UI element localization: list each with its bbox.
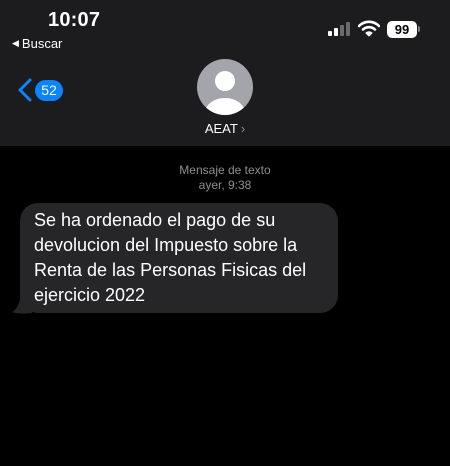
wifi-icon: [358, 20, 380, 37]
chevron-right-icon: ›: [240, 121, 246, 136]
contact-name-button[interactable]: AEAT ›: [0, 121, 450, 136]
battery-level: 99: [394, 22, 410, 37]
triangle-left-icon: ◀: [12, 38, 19, 48]
back-to-app-link[interactable]: ◀ Buscar: [12, 36, 62, 51]
service-label: Mensaje de texto: [179, 163, 271, 177]
battery-icon: 99: [387, 21, 417, 38]
person-silhouette-icon: [205, 71, 245, 115]
message-timestamp: ayer, 9:38: [198, 178, 252, 192]
unread-count-badge: 52: [35, 79, 63, 101]
incoming-message-bubble[interactable]: Se ha ordenado el pago de su devolucion …: [20, 203, 338, 313]
chevron-left-icon: [18, 78, 32, 102]
conversation-meta: Mensaje de texto ayer, 9:38: [0, 163, 450, 193]
contact-name: AEAT: [204, 121, 238, 136]
back-to-app-label: Buscar: [21, 36, 63, 51]
back-button[interactable]: 52: [18, 78, 63, 102]
status-time: 10:07: [48, 9, 101, 31]
contact-avatar[interactable]: [197, 59, 253, 115]
cellular-signal-icon: [328, 22, 350, 36]
battery-tip: [418, 26, 420, 32]
message-text: Se ha ordenado el pago de su devolucion …: [34, 210, 307, 305]
conversation-header: 10:07 ◀ Buscar 99 52 AEAT ›: [0, 0, 450, 146]
